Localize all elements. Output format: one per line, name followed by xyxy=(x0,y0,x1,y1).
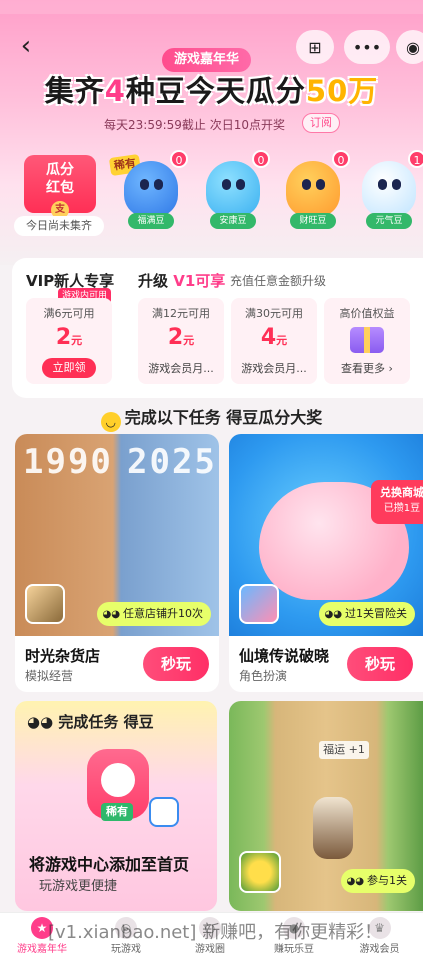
game-icon xyxy=(239,851,281,893)
status-bar xyxy=(0,0,423,14)
eyes-icon: ◕◕ xyxy=(346,876,364,887)
coupon-card[interactable]: 满6元可用 2元 立即领 xyxy=(26,298,112,384)
bean-count: 1 xyxy=(408,150,423,168)
upgrade-note: 充值任意金额升级 xyxy=(230,274,327,288)
subscribe-button[interactable]: 订阅 xyxy=(302,113,340,133)
game-card-shiguang[interactable]: 1990 2025 ◕◕ 任意店铺升10次 时光杂货店 模拟经营 秒玩 xyxy=(15,434,219,692)
game-name: 时光杂货店 xyxy=(25,647,101,665)
add-to-home-card[interactable]: ◕◕ 完成任务 得豆 稀有 将游戏中心添加至首页 玩游戏更便捷 xyxy=(15,701,217,911)
bean-character-icon xyxy=(286,161,340,217)
game-icon xyxy=(25,584,65,624)
bean-name: 元气豆 xyxy=(366,213,412,229)
more-icon[interactable]: ••• xyxy=(344,30,390,64)
bean-card-caiwang[interactable]: 0 财旺豆 xyxy=(280,150,350,229)
runner-character-icon xyxy=(313,797,353,859)
back-button[interactable]: ‹ xyxy=(12,32,40,60)
bean-character-icon xyxy=(206,161,260,217)
coupon-card[interactable]: 满30元可用 4元 游戏会员月... xyxy=(231,298,317,384)
red-envelope-button[interactable]: 瓜分 红包 支 xyxy=(24,155,96,219)
task-pill: ◕◕ 过1关冒险关 xyxy=(318,602,415,626)
view-more-link[interactable]: 查看更多 › xyxy=(330,360,404,376)
bean-card-yuanqi[interactable]: 1 元气豆 xyxy=(356,150,423,229)
game-icon xyxy=(239,584,279,624)
eyes-icon: ◕◕ xyxy=(324,609,342,620)
eyes-icon: ◕◕ xyxy=(102,609,120,620)
coupon-card[interactable]: 满12元可用 2元 游戏会员月... xyxy=(138,298,224,384)
game-genre: 角色扮演 xyxy=(239,669,288,683)
rare-tag: 稀有 xyxy=(101,803,133,821)
bean-character-icon xyxy=(362,161,416,217)
more-benefits-card[interactable]: 高价值权益 查看更多 › xyxy=(324,298,410,384)
watermark: [v1.xianbao.net] 新赚吧，有你更精彩！ xyxy=(48,922,383,943)
task-pill: ◕◕ 任意店铺升10次 xyxy=(96,602,211,626)
smile-icon: ◡ xyxy=(100,412,121,432)
claim-button[interactable]: 立即领 xyxy=(42,358,96,378)
redeem-shop-badge[interactable]: 兑换商城 已攒1豆 xyxy=(371,480,423,524)
play-button[interactable]: 秒玩 xyxy=(347,647,413,681)
bean-count: 0 xyxy=(170,150,188,168)
bean-count: 0 xyxy=(252,150,270,168)
task-section-title: ◡ 完成以下任务 得豆瓜分大奖 xyxy=(0,404,423,432)
road-sign: 福运 +1 xyxy=(319,741,369,759)
bean-name: 安康豆 xyxy=(210,213,256,229)
task-pill: ◕◕ 参与1关 xyxy=(340,869,415,893)
bean-card-fuman[interactable]: 0 福满豆 xyxy=(118,150,188,229)
close-target-icon[interactable]: ◉ xyxy=(396,30,423,64)
game-genre: 模拟经营 xyxy=(25,669,74,683)
game-card-xianjing[interactable]: 兑换商城 已攒1豆 ◕◕ 过1关冒险关 仙境传说破晓 角色扮演 秒玩 xyxy=(229,434,423,692)
play-button[interactable]: 秒玩 xyxy=(143,647,209,681)
game-name: 仙境传说破晓 xyxy=(239,647,330,665)
upgrade-title: 升级 V1可享 xyxy=(138,272,226,290)
page-title: 集齐4种豆今天瓜分50万 xyxy=(44,74,379,108)
game-card-runner[interactable]: 福运 +1 ◕◕ 参与1关 xyxy=(229,701,423,911)
promo-subtitle: 玩游戏更便捷 xyxy=(39,879,118,894)
promo-heading: ◕◕ 完成任务 得豆 xyxy=(27,713,154,731)
vip-section: VIP新人专享 游戏内可用 升级 V1可享 充值任意金额升级 满6元可用 2元 … xyxy=(12,258,423,398)
deadline-text: 每天23:59:59截止 次日10点开奖 xyxy=(104,118,285,132)
gift-box-icon xyxy=(350,327,384,353)
hero-banner: ‹ ⊞ ••• ◉ 游戏嘉年华 集齐4种豆今天瓜分50万 每天23:59:59截… xyxy=(0,0,423,265)
scan-icon[interactable]: ⊞ xyxy=(296,30,334,64)
promo-title: 将游戏中心添加至首页 xyxy=(29,855,190,874)
bean-name: 财旺豆 xyxy=(290,213,336,229)
bean-card-ankang[interactable]: 0 安康豆 xyxy=(200,150,270,229)
bean-count: 0 xyxy=(332,150,350,168)
bean-name: 福满豆 xyxy=(128,213,174,229)
bean-character-icon xyxy=(124,161,178,217)
collect-status: 今日尚未集齐 xyxy=(14,216,104,236)
app-shortcut-icon xyxy=(149,797,179,827)
eyes-icon: ◕◕ xyxy=(27,713,59,731)
